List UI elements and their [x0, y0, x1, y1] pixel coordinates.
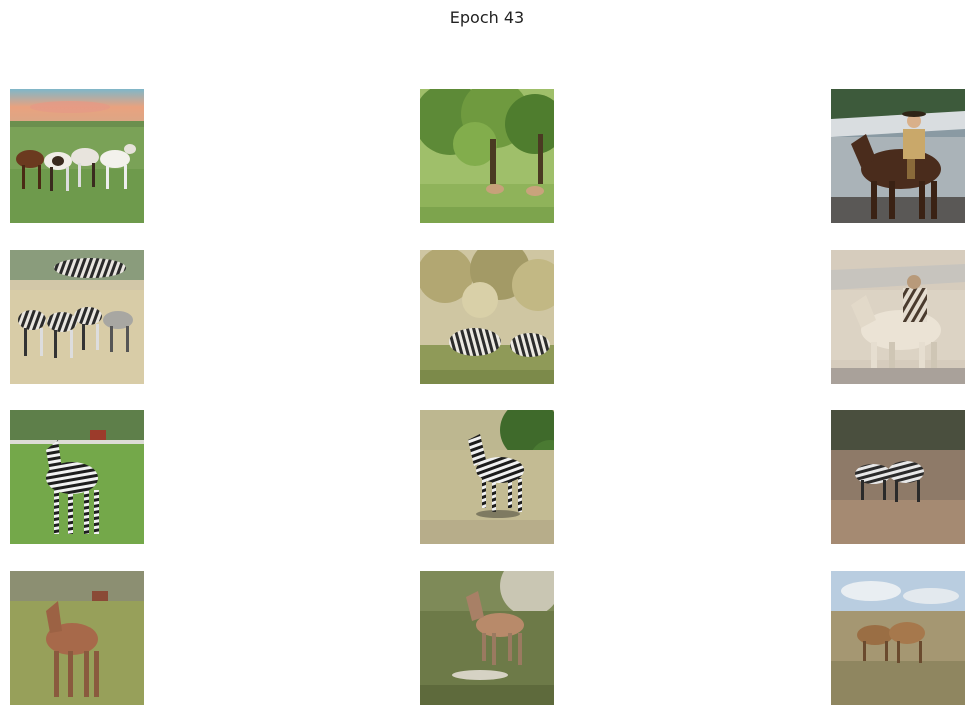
image-r4c1-generated-horse-pasture: [10, 571, 144, 705]
image-r3c2-zebra-running: [420, 410, 554, 544]
image-r2c3-generated-zebra-rider: [831, 250, 965, 384]
figure-title: Epoch 43: [449, 8, 525, 27]
image-r3c1-zebra-pasture: [10, 410, 144, 544]
image-r4c2-generated-horse-running: [420, 571, 554, 705]
image-r2c2-generated-zebras-trees: [420, 250, 554, 384]
image-r1c3-cowboy-horse: [831, 89, 965, 223]
image-r1c2-trees-horses: [420, 89, 554, 223]
image-r4c3-generated-horses-grazing: [831, 571, 965, 705]
image-r3c3-zebras-grazing: [831, 410, 965, 544]
image-r1c1-horses-running: [10, 89, 144, 223]
image-r2c1-generated-zebras: [10, 250, 144, 384]
